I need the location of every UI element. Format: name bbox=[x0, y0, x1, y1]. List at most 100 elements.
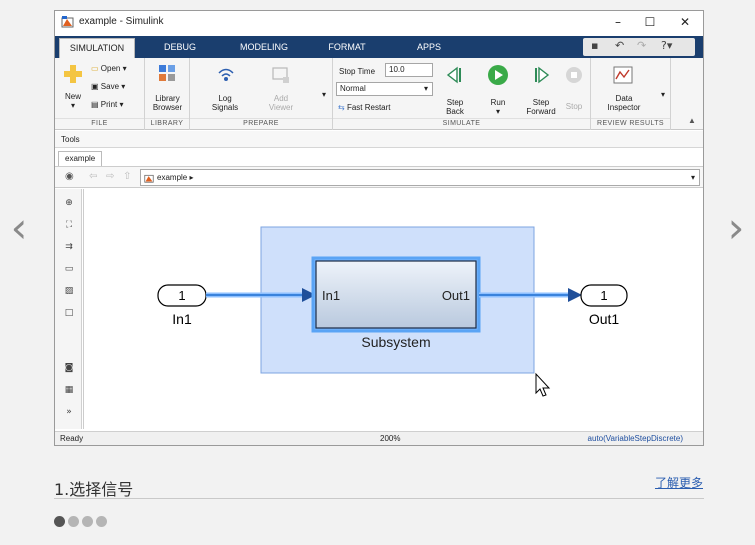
run-icon bbox=[488, 65, 508, 85]
pager-dot[interactable] bbox=[68, 516, 79, 527]
file-group: New ▾ ▭ Open ▾ ▣ Save ▾ ▤ Print ▾ FILE bbox=[55, 58, 145, 130]
run-button[interactable]: Run ▾ bbox=[483, 98, 513, 116]
fit-to-view-icon[interactable]: ⛶ bbox=[62, 218, 76, 232]
ribbon: New ▾ ▭ Open ▾ ▣ Save ▾ ▤ Print ▾ FILE L… bbox=[55, 58, 703, 130]
prepare-expand-icon[interactable]: ▾ bbox=[318, 90, 330, 99]
title-bar: example - Simulink – ☐ ✕ bbox=[55, 11, 703, 33]
subsystem-out-port-label: Out1 bbox=[442, 288, 470, 303]
forward-icon[interactable]: ⇨ bbox=[106, 171, 114, 182]
stop-time-input[interactable]: 10.0 bbox=[385, 63, 433, 77]
camera-icon[interactable]: ◙ bbox=[62, 361, 76, 375]
redo-icon[interactable]: ↷ bbox=[637, 39, 646, 52]
simulate-group-label: SIMULATE bbox=[333, 118, 590, 129]
step-back-icon bbox=[446, 66, 461, 84]
block-diagram: 1 In1 In1 Out1 Subsystem 1 Out1 bbox=[157, 226, 628, 397]
window-title: example - Simulink bbox=[79, 16, 164, 27]
save-disk-icon: ▣ bbox=[91, 82, 99, 91]
annotation-icon[interactable]: ▭ bbox=[62, 262, 76, 276]
model-canvas[interactable]: 1 In1 In1 Out1 Subsystem 1 Out1 bbox=[83, 189, 703, 429]
quick-access-toolbar: ▪ ↶ ↷ ?▾ bbox=[583, 38, 695, 56]
print-label: Print bbox=[100, 100, 118, 109]
library-group: Library Browser LIBRARY bbox=[145, 58, 190, 130]
explorer-bar: ◉ ⇦ ⇨ ⇧ example ▸ ▾ bbox=[55, 166, 703, 188]
stop-button[interactable]: Stop bbox=[561, 102, 587, 111]
print-icon: ▤ bbox=[91, 100, 99, 109]
open-button[interactable]: ▭ Open ▾ bbox=[91, 64, 127, 73]
library-browser-button[interactable]: Library Browser bbox=[145, 94, 190, 112]
toolstrip-tabs: SIMULATION DEBUG MODELING FORMAT APPS ▪ … bbox=[55, 36, 703, 58]
simulation-mode-select[interactable]: Normal ▾ bbox=[336, 82, 433, 96]
maximize-icon[interactable]: ☐ bbox=[633, 11, 667, 33]
fast-restart-button[interactable]: ⇆ Fast Restart bbox=[338, 103, 391, 112]
tutorial-page: ‹ › example - Simulink – ☐ ✕ SIMULATION … bbox=[0, 0, 755, 545]
status-bar: Ready 200% auto(VariableStepDiscrete) bbox=[55, 431, 703, 445]
pager-dot[interactable] bbox=[82, 516, 93, 527]
close-icon[interactable]: ✕ bbox=[668, 11, 702, 33]
learn-more-link[interactable]: 了解更多 bbox=[655, 474, 703, 491]
save-icon[interactable]: ▪ bbox=[591, 39, 598, 52]
collapse-ribbon-icon[interactable]: ▲ bbox=[685, 116, 699, 125]
up-icon[interactable]: ⇧ bbox=[123, 171, 131, 182]
new-label: New bbox=[64, 92, 81, 101]
step-forward-icon bbox=[535, 66, 550, 84]
review-expand-icon[interactable]: ▾ bbox=[657, 90, 669, 99]
hide-browser-icon[interactable]: ◉ bbox=[65, 171, 74, 182]
undo-icon[interactable]: ↶ bbox=[615, 39, 624, 52]
next-arrow-icon[interactable]: › bbox=[721, 207, 751, 249]
save-button[interactable]: ▣ Save ▾ bbox=[91, 82, 125, 91]
block-palette: ⊕ ⛶ ⇉ ▭ ▨ □ ◙ ▦ » bbox=[55, 189, 82, 429]
pager-dot[interactable] bbox=[96, 516, 107, 527]
inport-name: In1 bbox=[172, 311, 192, 327]
subsystem-in-port-label: In1 bbox=[322, 288, 340, 303]
zoom-icon[interactable]: ⊕ bbox=[62, 196, 76, 210]
model-tab[interactable]: example bbox=[58, 151, 103, 166]
more-icon[interactable]: » bbox=[62, 405, 76, 419]
open-label: Open bbox=[100, 64, 121, 73]
model-icon bbox=[144, 174, 154, 183]
add-viewer-button[interactable]: Add Viewer bbox=[256, 94, 306, 112]
stop-icon bbox=[566, 67, 582, 83]
pager-dot[interactable] bbox=[54, 516, 65, 527]
help-icon[interactable]: ?▾ bbox=[661, 39, 672, 52]
new-icon bbox=[64, 65, 82, 83]
area-icon[interactable]: □ bbox=[62, 306, 76, 320]
tab-modeling[interactable]: MODELING bbox=[225, 36, 303, 58]
tools-label: Tools bbox=[61, 135, 80, 144]
minimize-icon[interactable]: – bbox=[601, 11, 635, 33]
simulate-group: Stop Time 10.0 Normal ▾ ⇆ Fast Restart S… bbox=[333, 58, 591, 130]
library-browser-icon bbox=[159, 65, 175, 81]
signal-arrow-out bbox=[568, 288, 582, 302]
divider bbox=[54, 498, 704, 499]
tab-format[interactable]: FORMAT bbox=[311, 36, 383, 58]
step-forward-button[interactable]: Step Forward bbox=[521, 98, 561, 116]
log-signals-icon bbox=[218, 68, 234, 81]
pager-dots bbox=[54, 514, 110, 527]
address-breadcrumb[interactable]: example ▸ ▾ bbox=[140, 169, 700, 186]
inport-number: 1 bbox=[178, 288, 185, 303]
address-dropdown-icon[interactable]: ▾ bbox=[691, 170, 695, 185]
prepare-group: Log Signals Add Viewer ▾ PREPARE bbox=[190, 58, 333, 130]
log-signals-button[interactable]: Log Signals bbox=[200, 94, 250, 112]
new-button[interactable]: New ▾ bbox=[61, 92, 85, 110]
outport-name: Out1 bbox=[589, 311, 620, 327]
arrow-icon[interactable]: ⇉ bbox=[62, 240, 76, 254]
open-folder-icon: ▭ bbox=[91, 64, 99, 73]
image-icon[interactable]: ▨ bbox=[62, 284, 76, 298]
print-button[interactable]: ▤ Print ▾ bbox=[91, 100, 124, 109]
review-results-group-label: REVIEW RESULTS bbox=[591, 118, 670, 129]
table-icon[interactable]: ▦ bbox=[62, 383, 76, 397]
previous-arrow-icon[interactable]: ‹ bbox=[4, 207, 34, 249]
tools-bar[interactable]: Tools bbox=[55, 131, 703, 148]
tab-debug[interactable]: DEBUG bbox=[145, 36, 215, 58]
solver-link[interactable]: auto(VariableStepDiscrete) bbox=[588, 432, 683, 446]
prepare-group-label: PREPARE bbox=[190, 118, 332, 129]
back-icon[interactable]: ⇦ bbox=[89, 171, 97, 182]
tab-simulation[interactable]: SIMULATION bbox=[59, 38, 135, 58]
tab-apps[interactable]: APPS bbox=[393, 36, 465, 58]
data-inspector-button[interactable]: Data Inspector bbox=[599, 94, 649, 112]
step-back-button[interactable]: Step Back bbox=[437, 98, 473, 116]
simulation-mode-value: Normal bbox=[340, 84, 366, 93]
fast-restart-label: Fast Restart bbox=[346, 103, 391, 112]
library-group-label: LIBRARY bbox=[145, 118, 189, 129]
review-results-group: Data Inspector ▾ REVIEW RESULTS bbox=[591, 58, 671, 130]
